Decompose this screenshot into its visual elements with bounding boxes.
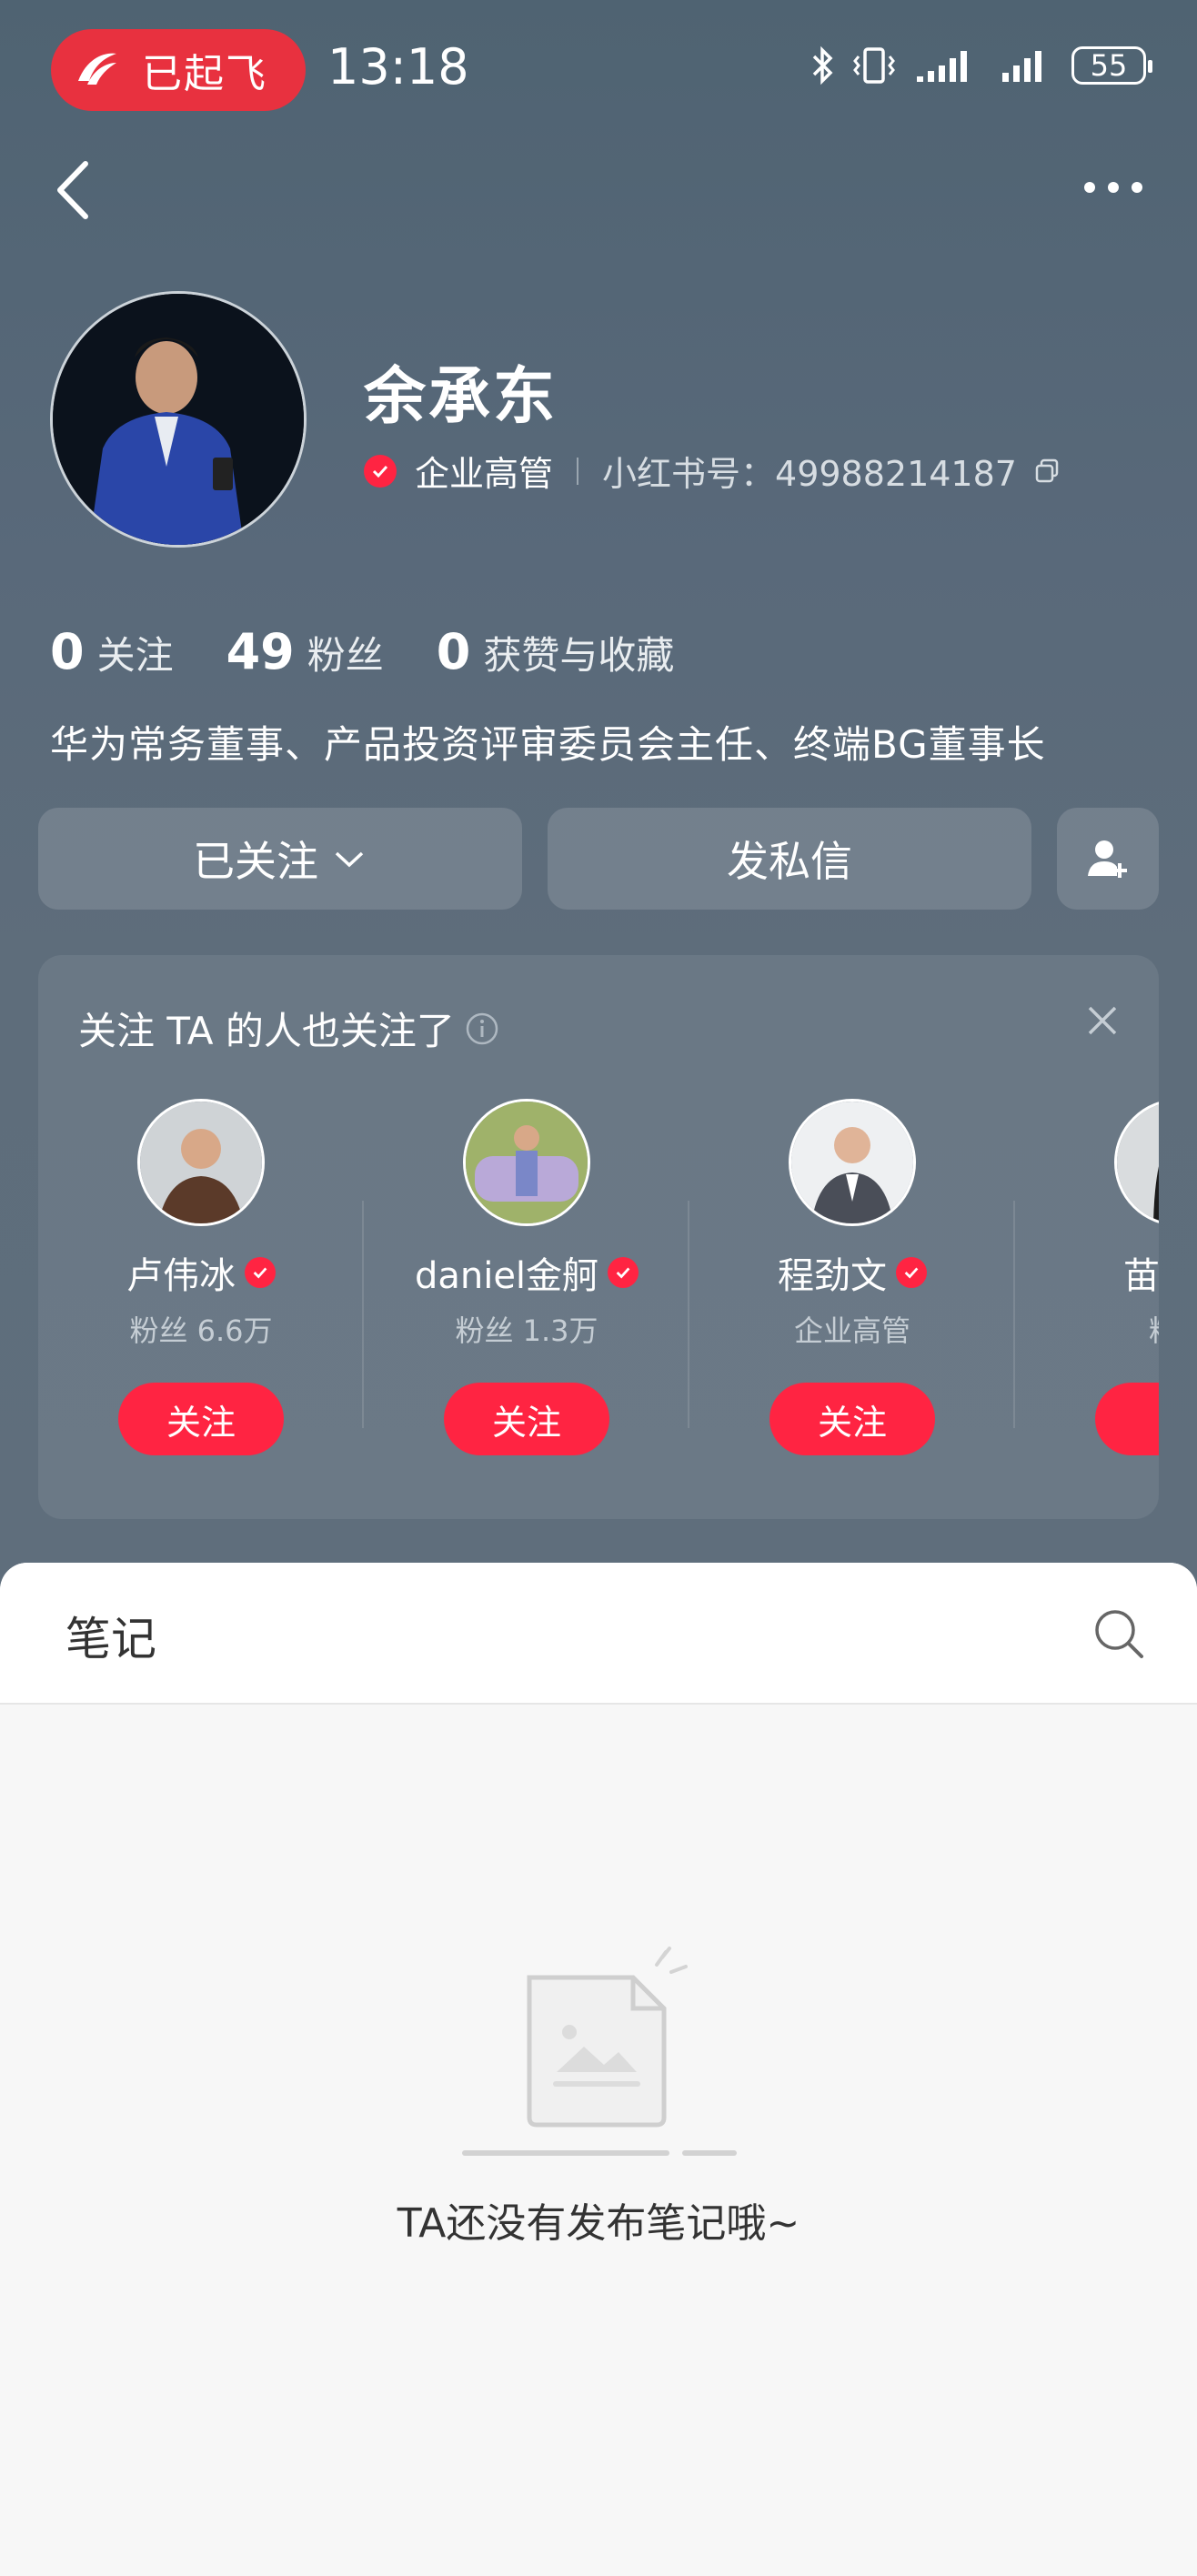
bluetooth-icon xyxy=(812,45,833,86)
chevron-down-icon xyxy=(335,851,364,868)
recommend-user[interactable]: 苗苗的 粉丝 关 xyxy=(1015,1099,1159,1455)
stat-label: 关注 xyxy=(96,633,174,678)
recommend-title-text: 关注 TA 的人也关注了 xyxy=(78,1009,455,1053)
follow-button[interactable]: 关注 xyxy=(118,1383,284,1455)
recommend-avatar[interactable] xyxy=(137,1099,265,1226)
recommend-card: 关注 TA 的人也关注了 卢伟冰 粉丝 6.6万 关注 daniel金舸 粉丝 … xyxy=(38,955,1159,1519)
recommend-title: 关注 TA 的人也关注了 xyxy=(78,1001,500,1056)
verified-badge-icon xyxy=(896,1257,927,1288)
profile-bio: 华为常务董事、产品投资评审委员会主任、终端BG董事长 xyxy=(50,722,1046,767)
copy-icon[interactable] xyxy=(1033,458,1061,485)
signal-icon-2 xyxy=(1002,51,1041,82)
more-options-icon[interactable] xyxy=(1084,182,1142,193)
battery-indicator: 55 xyxy=(1071,46,1152,85)
tab-notes[interactable]: 笔记 xyxy=(65,1603,156,1668)
flight-status-pill[interactable]: 已起飞 xyxy=(51,29,306,111)
info-icon[interactable] xyxy=(464,1011,500,1047)
profile-id: 小红书号：49988214187 xyxy=(602,454,1017,494)
notes-panel: 笔记 TA还没有发布笔记哦~ xyxy=(0,1563,1197,2576)
follow-button[interactable]: 关注 xyxy=(444,1383,609,1455)
recommend-user[interactable]: daniel金舸 粉丝 1.3万 关注 xyxy=(364,1099,689,1455)
status-icons: 55 xyxy=(811,45,1152,86)
follow-button[interactable]: 关注 xyxy=(770,1383,935,1455)
stat-label: 获赞与收藏 xyxy=(483,633,675,678)
airline-logo-icon xyxy=(78,53,116,85)
recommend-subtitle: 粉丝 xyxy=(1015,1308,1159,1350)
profile-stats: 0 关注 49 粉丝 0 获赞与收藏 xyxy=(50,623,727,680)
signal-icon-1 xyxy=(917,51,967,82)
back-arrow-icon[interactable] xyxy=(55,160,91,220)
divider xyxy=(577,457,579,485)
recommend-name-row: 苗苗的 xyxy=(1015,1246,1159,1299)
profile-name: 余承东 xyxy=(364,361,558,433)
stat-value: 0 xyxy=(50,623,85,680)
search-icon[interactable] xyxy=(1091,1606,1146,1661)
profile-avatar[interactable] xyxy=(50,291,307,548)
stat-followers[interactable]: 49 粉丝 xyxy=(226,623,384,680)
close-icon[interactable] xyxy=(1086,1004,1119,1037)
recommend-subtitle: 粉丝 1.3万 xyxy=(455,1313,598,1348)
message-button[interactable]: 发私信 xyxy=(548,808,1031,910)
verified-badge-icon xyxy=(608,1257,639,1288)
notes-tabbar: 笔记 xyxy=(0,1563,1197,1705)
empty-notes-illustration xyxy=(462,1947,737,2156)
recommend-subtitle: 粉丝 6.6万 xyxy=(129,1313,273,1348)
status-time: 13:18 xyxy=(327,38,469,96)
recommend-avatar[interactable] xyxy=(1114,1099,1159,1226)
flight-status-text: 已起飞 xyxy=(142,51,267,97)
verified-badge-icon xyxy=(245,1257,276,1288)
add-friend-button[interactable] xyxy=(1057,808,1159,910)
avatar-person-image xyxy=(53,294,304,545)
vibrate-icon xyxy=(853,47,895,84)
empty-notes-text: TA还没有发布笔记哦~ xyxy=(397,2200,800,2247)
recommend-name-row: 卢伟冰 xyxy=(38,1246,364,1299)
message-label: 发私信 xyxy=(727,837,852,886)
verified-badge-icon xyxy=(364,454,397,488)
stat-label: 粉丝 xyxy=(307,633,384,678)
follow-button[interactable]: 关 xyxy=(1095,1383,1159,1455)
recommend-name: 苗苗的 xyxy=(1123,1255,1159,1297)
recommend-user[interactable]: 卢伟冰 粉丝 6.6万 关注 xyxy=(38,1099,364,1455)
battery-level: 55 xyxy=(1090,48,1128,83)
stat-following[interactable]: 0 关注 xyxy=(50,623,174,680)
stat-likes[interactable]: 0 获赞与收藏 xyxy=(437,623,675,680)
recommend-name: 卢伟冰 xyxy=(126,1255,236,1297)
add-user-icon xyxy=(1088,840,1127,878)
recommend-name: daniel金舸 xyxy=(414,1255,599,1297)
profile-id-line: 企业高管 小红书号：49988214187 xyxy=(364,446,1061,496)
following-button[interactable]: 已关注 xyxy=(38,808,522,910)
recommend-avatar[interactable] xyxy=(789,1099,916,1226)
following-label: 已关注 xyxy=(193,837,318,886)
recommend-name-row: daniel金舸 xyxy=(364,1246,689,1299)
recommend-subtitle: 企业高管 xyxy=(793,1313,910,1348)
stat-value: 49 xyxy=(226,623,295,680)
stat-value: 0 xyxy=(436,623,471,680)
recommend-avatar[interactable] xyxy=(463,1099,590,1226)
profile-role: 企业高管 xyxy=(415,454,554,494)
recommend-name: 程劲文 xyxy=(778,1255,887,1297)
recommend-name-row: 程劲文 xyxy=(689,1246,1015,1299)
recommend-user[interactable]: 程劲文 企业高管 关注 xyxy=(689,1099,1015,1455)
